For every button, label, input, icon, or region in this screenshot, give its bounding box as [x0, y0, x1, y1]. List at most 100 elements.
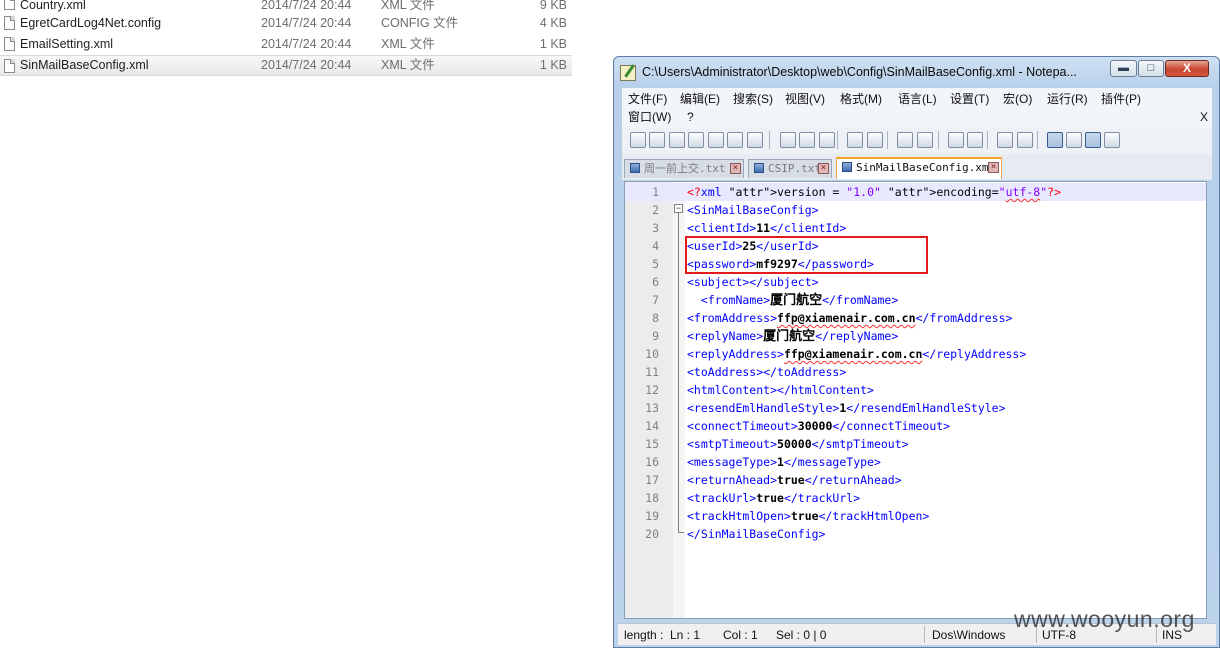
replace-icon[interactable] [917, 132, 933, 148]
code-line[interactable]: 11 <toAddress></toAddress> [625, 363, 1206, 381]
status-length: length : [624, 628, 664, 642]
sync-vertical-icon[interactable] [997, 132, 1013, 148]
code-line[interactable]: 18 <trackUrl>true</trackUrl> [625, 489, 1206, 507]
code-line[interactable]: 10 <replyAddress>ffp@xiamenair.com.cn</re… [625, 345, 1206, 363]
save-all-icon[interactable] [688, 132, 704, 148]
line-number: 12 [645, 383, 659, 397]
code-text: <clientId>11</clientId> [687, 221, 847, 235]
indent-guide-icon[interactable] [1085, 132, 1101, 148]
notepadpp-window: C:\Users\Administrator\Desktop\web\Confi… [613, 56, 1220, 648]
save-icon[interactable] [669, 132, 685, 148]
line-number: 17 [645, 473, 659, 487]
status-line: Ln : 1 [670, 628, 701, 642]
paste-icon[interactable] [819, 132, 835, 148]
code-line[interactable]: 9 <replyName>厦门航空</replyName> [625, 327, 1206, 345]
line-number: 6 [652, 275, 659, 289]
code-line[interactable]: 17 <returnAhead>true</returnAhead> [625, 471, 1206, 489]
code-line[interactable]: 3 <clientId>11</clientId> [625, 219, 1206, 237]
code-line[interactable]: 15 <smtpTimeout>50000</smtpTimeout> [625, 435, 1206, 453]
code-line[interactable]: 16 <messageType>1</messageType> [625, 453, 1206, 471]
tab-close-icon[interactable]: × [988, 162, 999, 173]
editor[interactable]: − 1 <?xml "attr">version = "1.0" "attr">e… [624, 181, 1207, 619]
menu-item[interactable]: 编辑(E) [680, 90, 720, 108]
close-file-icon[interactable] [708, 132, 724, 148]
status-col: Col : 1 [723, 628, 758, 642]
menu-item[interactable]: ? [687, 108, 694, 126]
zoom-out-icon[interactable] [967, 132, 983, 148]
menu-item[interactable]: 格式(M) [840, 90, 882, 108]
find-icon[interactable] [897, 132, 913, 148]
user-lang-icon[interactable] [1104, 132, 1120, 148]
code-line[interactable]: 7 <fromName>厦门航空</fromName> [625, 291, 1206, 309]
menu-item[interactable]: 插件(P) [1101, 90, 1141, 108]
redo-icon[interactable] [867, 132, 883, 148]
cut-icon[interactable] [780, 132, 796, 148]
print-icon[interactable] [747, 132, 763, 148]
menu-item[interactable]: 窗口(W) [628, 108, 671, 126]
copy-icon[interactable] [799, 132, 815, 148]
sync-horizontal-icon[interactable] [1017, 132, 1033, 148]
tab-1[interactable]: 周一前上交.txt × [624, 159, 744, 178]
file-date: 2014/7/24 20:44 [261, 16, 352, 30]
menu-item[interactable]: 设置(T) [950, 90, 989, 108]
tab-2[interactable]: CSIP.txt × [748, 159, 832, 178]
code-text: <replyName>厦门航空</replyName> [687, 329, 899, 344]
undo-icon[interactable] [847, 132, 863, 148]
status-eol: Dos\Windows [932, 628, 1006, 642]
toolbar-separator [887, 131, 888, 149]
code-line[interactable]: 12 <htmlContent></htmlContent> [625, 381, 1206, 399]
file-row[interactable]: EgretCardLog4Net.config 2014/7/24 20:44 CO… [0, 13, 572, 34]
line-number: 13 [645, 401, 659, 415]
window-title: C:\Users\Administrator\Desktop\web\Confi… [642, 65, 1077, 79]
file-row[interactable]: EmailSetting.xml 2014/7/24 20:44 XML 文件 1 K… [0, 34, 572, 55]
tab-close-icon[interactable]: × [730, 163, 741, 174]
maximize-button[interactable]: □ [1138, 60, 1164, 77]
line-number: 10 [645, 347, 659, 361]
title-bar[interactable]: C:\Users\Administrator\Desktop\web\Confi… [614, 57, 1219, 87]
code-text: <resendEmlHandleStyle>1</resendEmlHandle… [687, 401, 1006, 415]
toolbar [622, 128, 1212, 154]
status-separator [924, 626, 925, 643]
code-text: <trackHtmlOpen>true</trackHtmlOpen> [687, 509, 930, 523]
open-file-icon[interactable] [649, 132, 665, 148]
line-number: 11 [645, 365, 659, 379]
menu-item[interactable]: 文件(F) [628, 90, 667, 108]
line-number: 14 [645, 419, 659, 433]
file-type: XML 文件 [381, 0, 435, 12]
menu-item[interactable]: 视图(V) [785, 90, 825, 108]
file-row[interactable]: Country.xml 2014/7/24 20:44 XML 文件 9 KB [0, 0, 572, 13]
close-all-icon[interactable] [727, 132, 743, 148]
menu-item[interactable]: 搜索(S) [733, 90, 773, 108]
minimize-button[interactable]: ▬ [1110, 60, 1137, 77]
code-line[interactable]: 20 </SinMailBaseConfig> [625, 525, 1206, 543]
line-number: 7 [652, 293, 659, 307]
file-name: EgretCardLog4Net.config [20, 16, 162, 30]
line-number: 5 [652, 257, 659, 271]
file-row[interactable]: SinMailBaseConfig.xml 2014/7/24 20:44 XML … [0, 55, 572, 76]
code-line[interactable]: 8 <fromAddress>ffp@xiamenair.com.cn</from… [625, 309, 1206, 327]
word-wrap-icon[interactable] [1047, 132, 1063, 148]
tab-close-icon[interactable]: × [818, 163, 829, 174]
menu-close-document-button[interactable]: X [1200, 108, 1208, 126]
code-line[interactable]: 14 <connectTimeout>30000</connectTimeout> [625, 417, 1206, 435]
code-text: <SinMailBaseConfig> [687, 203, 819, 217]
code-line[interactable]: 6 <subject></subject> [625, 273, 1206, 291]
tab-3[interactable]: SinMailBaseConfig.xml × [836, 157, 1002, 179]
code-line[interactable]: 19 <trackHtmlOpen>true</trackHtmlOpen> [625, 507, 1206, 525]
menu-item[interactable]: 运行(R) [1047, 90, 1088, 108]
toolbar-separator [987, 131, 988, 149]
code-text: <fromAddress>ffp@xiamenair.com.cn</fromA… [687, 311, 1013, 325]
close-window-button[interactable]: X [1165, 60, 1209, 77]
file-size: 4 KB [539, 16, 567, 30]
notepadpp-app-icon[interactable] [620, 65, 636, 81]
zoom-in-icon[interactable] [948, 132, 964, 148]
menu-item[interactable]: 语言(L) [898, 90, 937, 108]
code-line[interactable]: 2 <SinMailBaseConfig> [625, 201, 1206, 219]
code-line[interactable]: 1 <?xml "attr">version = "1.0" "attr">enc… [625, 183, 1206, 201]
tab-label: SinMailBaseConfig.xml [856, 161, 996, 174]
menu-item[interactable]: 宏(O) [1003, 90, 1032, 108]
status-selection: Sel : 0 | 0 [776, 628, 827, 642]
new-file-icon[interactable] [630, 132, 646, 148]
code-line[interactable]: 13 <resendEmlHandleStyle>1</resendEmlHand… [625, 399, 1206, 417]
show-all-chars-icon[interactable] [1066, 132, 1082, 148]
